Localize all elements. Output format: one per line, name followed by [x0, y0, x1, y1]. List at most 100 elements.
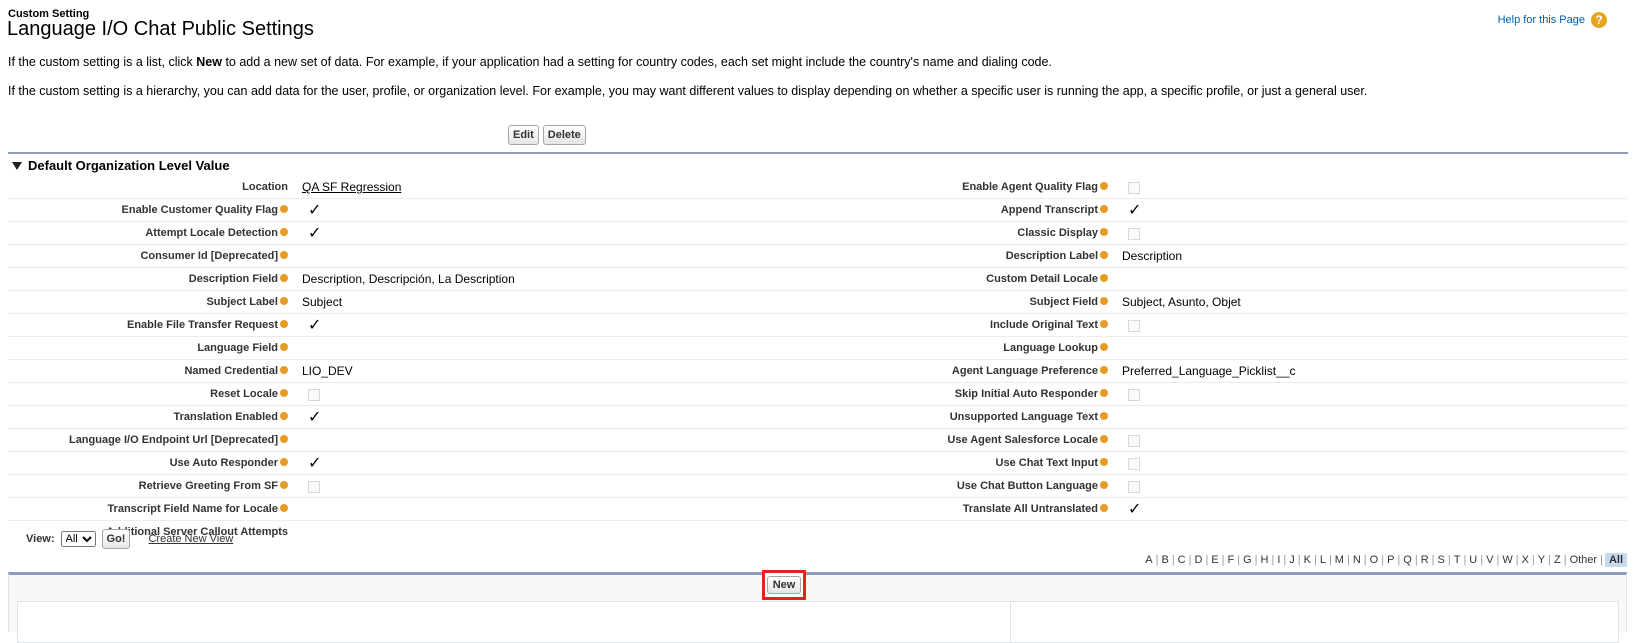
alpha-filter-letter[interactable]: R	[1418, 554, 1432, 566]
help-bubble-icon[interactable]	[280, 504, 288, 513]
left-field-label-text: Attempt Locale Detection	[145, 227, 278, 239]
detail-row: Subject Label Subject Subject Field Subject…	[8, 291, 1628, 314]
alpha-filter-letter[interactable]: I	[1274, 554, 1283, 566]
left-field-value	[298, 387, 818, 401]
new-button[interactable]: New	[766, 576, 802, 594]
help-bubble-icon[interactable]	[1100, 343, 1108, 352]
help-icon: ?	[1591, 12, 1607, 28]
detail-row: Consumer Id [Deprecated] Description Labe…	[8, 245, 1628, 268]
help-bubble-icon[interactable]	[280, 251, 288, 260]
alpha-filter-letter[interactable]: B	[1158, 554, 1171, 566]
help-bubble-icon[interactable]	[1100, 389, 1108, 398]
left-field-label-text: Use Auto Responder	[169, 457, 278, 469]
right-field-value: ✓	[1118, 501, 1608, 517]
checked-checkbox-icon: ✓	[1128, 499, 1142, 518]
checked-checkbox-icon: ✓	[308, 453, 322, 472]
view-select[interactable]: All	[60, 531, 96, 547]
alpha-filter-letter[interactable]: E	[1208, 554, 1221, 566]
alpha-filter-letter[interactable]: A	[1142, 554, 1155, 566]
help-bubble-icon[interactable]	[1100, 481, 1108, 490]
alpha-filter-letter[interactable]: J	[1286, 554, 1298, 566]
alpha-filter-letter[interactable]: D	[1191, 554, 1205, 566]
help-bubble-icon[interactable]	[1100, 251, 1108, 260]
delete-button[interactable]: Delete	[542, 125, 586, 145]
collapse-triangle-icon[interactable]	[12, 161, 22, 170]
alpha-filter-letter[interactable]: N	[1350, 554, 1364, 566]
help-bubble-icon[interactable]	[1100, 274, 1108, 283]
left-field-label-text: Consumer Id [Deprecated]	[140, 250, 278, 262]
right-field-label: Custom Detail Locale	[818, 273, 1118, 285]
help-bubble-icon[interactable]	[1100, 412, 1108, 421]
alpha-filter-all[interactable]: All	[1604, 553, 1627, 567]
alpha-filter-letter[interactable]: O	[1367, 554, 1382, 566]
unchecked-checkbox-icon	[1128, 480, 1140, 493]
alpha-filter-letter[interactable]: Z	[1551, 554, 1564, 566]
alpha-filter-letter[interactable]: H	[1258, 554, 1272, 566]
help-bubble-icon[interactable]	[280, 481, 288, 490]
left-field-label: Retrieve Greeting From SF	[8, 480, 298, 492]
alpha-filter-letter[interactable]: P	[1384, 554, 1397, 566]
help-bubble-icon[interactable]	[280, 435, 288, 444]
page-title: Language I/O Chat Public Settings	[7, 18, 314, 40]
help-label: Help for this Page	[1497, 14, 1585, 26]
alpha-filter-letter[interactable]: X	[1519, 554, 1532, 566]
help-bubble-icon[interactable]	[280, 228, 288, 237]
left-field-label-text: Location	[242, 181, 288, 193]
help-bubble-icon[interactable]	[1100, 205, 1108, 214]
edit-button[interactable]: Edit	[508, 125, 539, 145]
help-bubble-icon[interactable]	[1100, 228, 1108, 237]
alpha-separator: |	[1600, 554, 1603, 566]
help-bubble-icon[interactable]	[280, 389, 288, 398]
detail-table: Location QA SF Regression Enable Agent Qua…	[8, 176, 1628, 543]
right-field-label-text: Agent Language Preference	[951, 365, 1098, 377]
left-field-label-text: Enable Customer Quality Flag	[121, 204, 278, 216]
alpha-filter-letter[interactable]: Y	[1535, 554, 1548, 566]
left-field-label: Translation Enabled	[8, 411, 298, 423]
section-title: Default Organization Level Value	[28, 158, 230, 173]
alpha-filter-letter[interactable]: L	[1317, 554, 1329, 566]
detail-row: Reset Locale Skip Initial Auto Responder	[8, 383, 1628, 406]
help-bubble-icon[interactable]	[280, 205, 288, 214]
right-field-value-text: Subject, Asunto, Objet	[1122, 295, 1241, 309]
alpha-filter-letter[interactable]: S	[1435, 554, 1448, 566]
help-link[interactable]: Help for this Page ?	[1498, 12, 1607, 28]
left-field-value: ✓	[298, 455, 818, 471]
help-bubble-icon[interactable]	[280, 458, 288, 467]
help-bubble-icon[interactable]	[1100, 366, 1108, 375]
right-field-value: Description	[1118, 249, 1608, 263]
checked-checkbox-icon: ✓	[308, 315, 322, 334]
help-bubble-icon[interactable]	[1100, 435, 1108, 444]
detail-row: Transcript Field Name for Locale Translat…	[8, 498, 1628, 521]
alpha-filter-letter[interactable]: G	[1240, 554, 1255, 566]
right-field-label: Translate All Untranslated	[818, 503, 1118, 515]
unchecked-checkbox-icon	[1128, 434, 1140, 447]
unchecked-checkbox-icon	[1128, 181, 1140, 194]
go-button[interactable]: Go!	[101, 529, 131, 549]
help-bubble-icon[interactable]	[1100, 320, 1108, 329]
alpha-filter-letter[interactable]: F	[1225, 554, 1238, 566]
alpha-filter-letter[interactable]: W	[1499, 554, 1515, 566]
help-bubble-icon[interactable]	[1100, 182, 1108, 191]
create-new-view-link[interactable]: Create New View	[148, 533, 233, 545]
alpha-filter-letter[interactable]: Other	[1567, 554, 1601, 566]
help-bubble-icon[interactable]	[280, 412, 288, 421]
help-bubble-icon[interactable]	[280, 366, 288, 375]
location-link[interactable]: QA SF Regression	[302, 180, 401, 194]
section-header[interactable]: Default Organization Level Value	[8, 152, 1628, 173]
help-bubble-icon[interactable]	[280, 274, 288, 283]
alpha-filter-letter[interactable]: Q	[1400, 554, 1415, 566]
alpha-filter-letter[interactable]: U	[1466, 554, 1480, 566]
alpha-filter-letter[interactable]: T	[1451, 554, 1464, 566]
help-bubble-icon[interactable]	[280, 297, 288, 306]
help-bubble-icon[interactable]	[280, 343, 288, 352]
alpha-filter-letter[interactable]: M	[1332, 554, 1347, 566]
help-bubble-icon[interactable]	[1100, 297, 1108, 306]
right-field-label: Use Agent Salesforce Locale	[818, 434, 1118, 446]
help-bubble-icon[interactable]	[1100, 458, 1108, 467]
alpha-filter-letter[interactable]: K	[1301, 554, 1314, 566]
alpha-filter-letter[interactable]: V	[1483, 554, 1496, 566]
alpha-filter-letter[interactable]: C	[1175, 554, 1189, 566]
help-bubble-icon[interactable]	[1100, 504, 1108, 513]
help-bubble-icon[interactable]	[280, 320, 288, 329]
view-bar: View: All Go! Create New View	[26, 529, 233, 549]
